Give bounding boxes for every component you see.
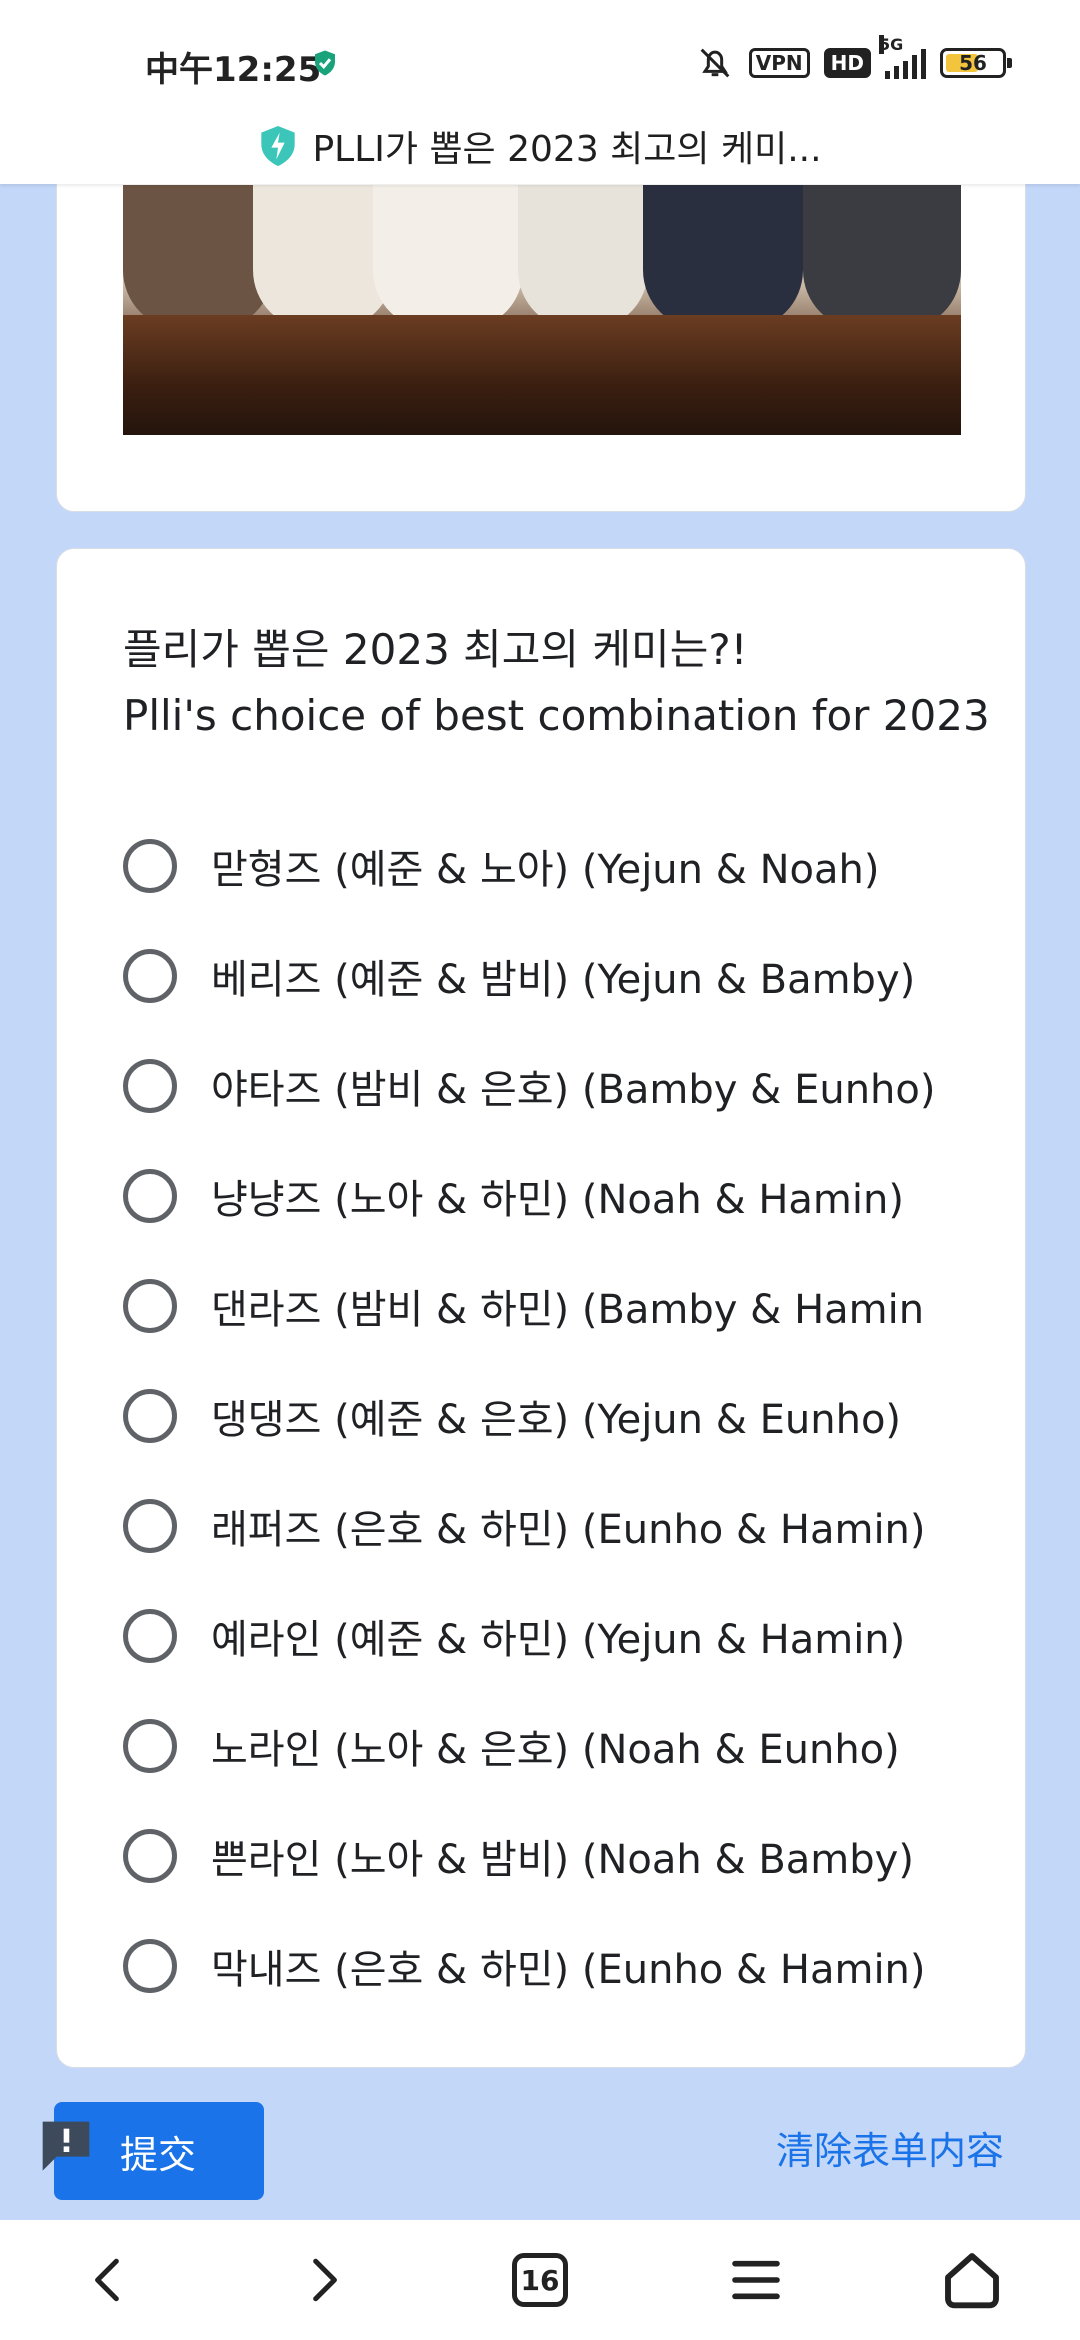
clear-form-link[interactable]: 清除表单内容	[776, 2120, 1004, 2175]
question-title-korean: 플리가 뽑은 2023 최고의 케미는?!	[123, 625, 748, 674]
status-icons: VPN HD 5G 56	[695, 35, 1012, 88]
home-icon	[945, 2253, 999, 2309]
tab-count-badge: 16	[512, 2253, 568, 2307]
signal-strength-icon: 5G	[879, 35, 926, 79]
chevron-left-icon	[95, 2258, 119, 2302]
hamburger-menu-icon	[732, 2260, 780, 2300]
radio-option-label: 맏형즈 (예준 & 노아) (Yejun & Noah)	[211, 847, 880, 893]
radio-button[interactable]	[123, 1499, 177, 1553]
radio-option[interactable]: 쁜라인 (노아 & 밤비) (Noah & Bamby)	[123, 1801, 1003, 1911]
vpn-badge: VPN	[748, 48, 810, 78]
radio-option-label: 막내즈 (은호 & 하민) (Eunho & Hamin)	[211, 1947, 926, 1993]
radio-button[interactable]	[123, 1719, 177, 1773]
radio-button[interactable]	[123, 1829, 177, 1883]
radio-button[interactable]	[123, 1939, 177, 1993]
radio-button[interactable]	[123, 1279, 177, 1333]
radio-option-label: 댕댕즈 (예준 & 은호) (Yejun & Eunho)	[211, 1397, 902, 1443]
submit-button-label: 提交	[120, 2132, 197, 2177]
chevron-right-icon	[313, 2258, 337, 2302]
radio-option[interactable]: 댕댕즈 (예준 & 은호) (Yejun & Eunho)	[123, 1361, 1003, 1471]
radio-option[interactable]: 맏형즈 (예준 & 노아) (Yejun & Noah)	[123, 811, 1003, 921]
browser-title-bar[interactable]: PLLI가 뽑은 2023 최고의 케미...	[0, 108, 1080, 184]
question-card: 플리가 뽑은 2023 최고의 케미는?! Plli's choice of b…	[56, 548, 1026, 2068]
header-image	[123, 185, 961, 435]
status-time: 中午12:25	[145, 50, 322, 90]
radio-option-label: 예라인 (예준 & 하민) (Yejun & Hamin)	[211, 1617, 906, 1663]
radio-button[interactable]	[123, 1169, 177, 1223]
page-title: PLLI가 뽑은 2023 최고의 케미...	[312, 129, 822, 170]
radio-option-label: 댄라즈 (밤비 & 하민) (Bamby & Hamin	[211, 1287, 925, 1333]
status-bar: 中午12:25 VPN HD 5G 56	[0, 0, 1080, 124]
question-title: 플리가 뽑은 2023 최고의 케미는?! Plli's choice of b…	[123, 617, 1003, 749]
battery-level: 56	[959, 51, 987, 75]
security-shield-icon	[315, 50, 335, 76]
hd-badge: HD	[823, 48, 871, 78]
radio-option[interactable]: 베리즈 (예준 & 밤비) (Yejun & Bamby)	[123, 921, 1003, 1031]
radio-option[interactable]: 예라인 (예준 & 하민) (Yejun & Hamin)	[123, 1581, 1003, 1691]
radio-option-label: 래퍼즈 (은호 & 하민) (Eunho & Hamin)	[211, 1507, 926, 1553]
shield-bolt-icon	[261, 126, 296, 166]
radio-option-label: 노라인 (노아 & 은호) (Noah & Eunho)	[211, 1727, 900, 1773]
radio-button[interactable]	[123, 1059, 177, 1113]
battery-icon: 56	[940, 48, 1012, 78]
radio-button[interactable]	[123, 949, 177, 1003]
radio-option[interactable]: 댄라즈 (밤비 & 하민) (Bamby & Hamin	[123, 1251, 1003, 1361]
mute-bell-icon	[700, 48, 730, 78]
question-title-english: Plli's choice of best combination for 20…	[123, 691, 990, 740]
radio-options-list: 맏형즈 (예준 & 노아) (Yejun & Noah) 베리즈 (예준 & 밤…	[123, 811, 1003, 2021]
back-button[interactable]	[63, 2235, 153, 2325]
radio-option-label: 냥냥즈 (노아 & 하민) (Noah & Hamin)	[211, 1177, 904, 1223]
feedback-icon[interactable]	[38, 2116, 94, 2174]
radio-option-label: 야타즈 (밤비 & 은호) (Bamby & Eunho)	[211, 1067, 936, 1113]
menu-button[interactable]	[711, 2235, 801, 2325]
bottom-navigation-bar: 16	[0, 2220, 1080, 2340]
radio-option[interactable]: 냥냥즈 (노아 & 하민) (Noah & Hamin)	[123, 1141, 1003, 1251]
radio-button[interactable]	[123, 1609, 177, 1663]
forward-button[interactable]	[279, 2235, 369, 2325]
radio-option[interactable]: 막내즈 (은호 & 하민) (Eunho & Hamin)	[123, 1911, 1003, 2021]
radio-option-label: 쁜라인 (노아 & 밤비) (Noah & Bamby)	[211, 1837, 914, 1883]
radio-button[interactable]	[123, 839, 177, 893]
radio-button[interactable]	[123, 1389, 177, 1443]
tabs-button[interactable]: 16	[495, 2235, 585, 2325]
radio-option[interactable]: 야타즈 (밤비 & 은호) (Bamby & Eunho)	[123, 1031, 1003, 1141]
radio-option[interactable]: 래퍼즈 (은호 & 하민) (Eunho & Hamin)	[123, 1471, 1003, 1581]
radio-option[interactable]: 노라인 (노아 & 은호) (Noah & Eunho)	[123, 1691, 1003, 1801]
home-button[interactable]	[927, 2235, 1017, 2325]
radio-option-label: 베리즈 (예준 & 밤비) (Yejun & Bamby)	[211, 957, 916, 1003]
network-type: 5G	[879, 35, 904, 54]
